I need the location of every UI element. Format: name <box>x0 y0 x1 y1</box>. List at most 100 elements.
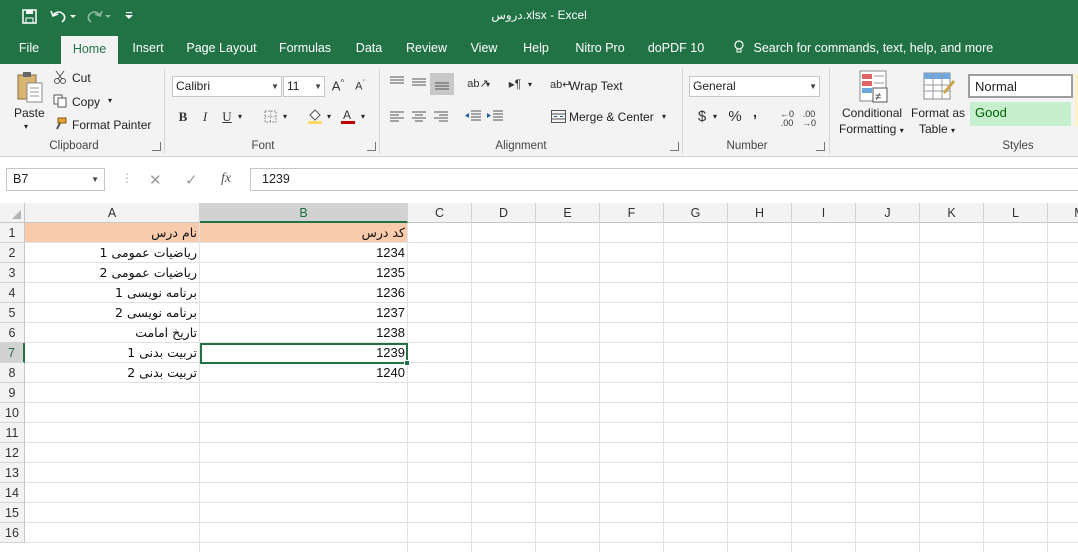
cut-button[interactable]: Cut <box>72 71 91 85</box>
merge-center-button[interactable]: Merge & Center <box>569 110 654 124</box>
worksheet-grid[interactable]: ABCDEFGHIJKLM 12345678910111213141516 نا… <box>0 203 1078 552</box>
column-header-d[interactable]: D <box>472 203 536 223</box>
percent-button[interactable]: % <box>727 108 743 125</box>
align-center-icon[interactable] <box>412 111 426 126</box>
cell-b8[interactable]: 1240 <box>200 363 408 383</box>
row-header-1[interactable]: 1 <box>0 223 25 243</box>
tab-formulas[interactable]: Formulas <box>275 33 335 64</box>
conditional-formatting-button-line2[interactable]: Formatting ▾ <box>839 122 904 136</box>
number-launcher-icon[interactable] <box>816 142 825 151</box>
align-bottom-icon[interactable] <box>430 73 454 95</box>
underline-dropdown-icon[interactable]: ▾ <box>238 112 242 121</box>
tab-view[interactable]: View <box>465 33 503 64</box>
row-header-5[interactable]: 5 <box>0 303 25 323</box>
bold-button[interactable]: B <box>176 109 190 125</box>
decrease-decimal-icon[interactable]: .00 →0 <box>800 110 818 128</box>
column-header-a[interactable]: A <box>25 203 200 223</box>
align-left-icon[interactable] <box>390 111 404 126</box>
row-header-6[interactable]: 6 <box>0 323 25 343</box>
row-header-2[interactable]: 2 <box>0 243 25 263</box>
tab-insert[interactable]: Insert <box>127 33 169 64</box>
paste-icon[interactable] <box>12 70 46 106</box>
column-header-j[interactable]: J <box>856 203 920 223</box>
paste-dropdown-icon[interactable]: ▾ <box>24 122 28 131</box>
cell-a6[interactable]: تاریخ امامت <box>25 323 200 343</box>
fill-handle[interactable] <box>404 360 410 366</box>
copy-button[interactable]: Copy <box>72 95 100 109</box>
currency-dropdown-icon[interactable]: ▾ <box>713 112 717 121</box>
column-header-f[interactable]: F <box>600 203 664 223</box>
font-launcher-icon[interactable] <box>367 142 376 151</box>
text-direction-dropdown-icon[interactable]: ▾ <box>528 80 532 89</box>
conditional-formatting-button-line1[interactable]: Conditional <box>842 106 902 120</box>
column-header-e[interactable]: E <box>536 203 600 223</box>
text-direction-icon[interactable]: ▸¶ <box>506 77 524 91</box>
copy-icon[interactable] <box>52 94 68 111</box>
decrease-indent-icon[interactable] <box>464 110 482 125</box>
column-header-c[interactable]: C <box>408 203 472 223</box>
cell-a7[interactable]: تربیت بدنی 1 <box>25 343 200 363</box>
cell-b6[interactable]: 1238 <box>200 323 408 343</box>
enter-icon[interactable]: ✓ <box>185 171 198 189</box>
select-all-button[interactable] <box>0 203 25 223</box>
cell-b3[interactable]: 1235 <box>200 263 408 283</box>
column-header-l[interactable]: L <box>984 203 1048 223</box>
wrap-text-button[interactable]: Wrap Text <box>569 79 623 93</box>
row-header-16[interactable]: 16 <box>0 523 25 543</box>
column-header-g[interactable]: G <box>664 203 728 223</box>
underline-button[interactable]: U <box>220 109 234 125</box>
alignment-launcher-icon[interactable] <box>670 142 679 151</box>
copy-dropdown-icon[interactable]: ▾ <box>108 96 112 105</box>
align-top-icon[interactable] <box>390 76 404 91</box>
cell-a1[interactable]: نام درس <box>25 223 200 243</box>
font-color-icon[interactable]: A <box>340 108 356 128</box>
tab-review[interactable]: Review <box>402 33 451 64</box>
align-middle-icon[interactable] <box>412 76 426 91</box>
tab-dopdf[interactable]: doPDF 10 <box>645 33 707 64</box>
format-painter-icon[interactable] <box>52 117 68 134</box>
wrap-text-icon[interactable]: ab↵ <box>550 78 571 91</box>
style-good[interactable]: Good <box>970 102 1071 126</box>
row-header-14[interactable]: 14 <box>0 483 25 503</box>
tab-file[interactable]: File <box>10 33 48 64</box>
tab-page-layout[interactable]: Page Layout <box>181 33 262 64</box>
merge-center-dropdown-icon[interactable]: ▾ <box>662 112 666 121</box>
format-as-table-icon[interactable] <box>922 70 956 106</box>
clipboard-launcher-icon[interactable] <box>152 142 161 151</box>
cell-b2[interactable]: 1234 <box>200 243 408 263</box>
row-header-7[interactable]: 7 <box>0 343 25 363</box>
currency-button[interactable]: $ <box>695 108 709 125</box>
font-color-dropdown-icon[interactable]: ▾ <box>361 112 365 121</box>
cell-a8[interactable]: تربیت بدنی 2 <box>25 363 200 383</box>
tell-me-search[interactable]: Search for commands, text, help, and mor… <box>728 33 993 64</box>
fill-color-icon[interactable] <box>306 108 324 128</box>
align-right-icon[interactable] <box>434 111 448 126</box>
cancel-icon[interactable]: ✕ <box>149 171 162 189</box>
paste-button[interactable]: Paste <box>14 106 45 120</box>
conditional-formatting-icon[interactable]: ≠ <box>858 70 890 106</box>
font-size-combo[interactable]: 11 ▼ <box>283 76 325 97</box>
italic-button[interactable]: I <box>198 109 212 125</box>
orientation-dropdown-icon[interactable]: ▾ <box>486 80 490 89</box>
tab-help[interactable]: Help <box>517 33 555 64</box>
row-header-8[interactable]: 8 <box>0 363 25 383</box>
cell-a3[interactable]: ریاضیات عمومی 2 <box>25 263 200 283</box>
fill-color-dropdown-icon[interactable]: ▾ <box>327 112 331 121</box>
name-box[interactable]: B7 ▼ <box>6 168 105 191</box>
format-painter-button[interactable]: Format Painter <box>72 118 151 132</box>
increase-font-icon[interactable]: A^ <box>330 78 346 93</box>
cell-a2[interactable]: ریاضیات عمومی 1 <box>25 243 200 263</box>
tab-home[interactable]: Home <box>61 36 118 64</box>
row-header-4[interactable]: 4 <box>0 283 25 303</box>
cut-icon[interactable] <box>52 70 68 87</box>
style-normal[interactable]: Normal <box>968 74 1073 98</box>
cell-a5[interactable]: برنامه نویسی 2 <box>25 303 200 323</box>
decrease-font-icon[interactable]: Aˇ <box>352 80 368 93</box>
format-as-table-button-line2[interactable]: Table ▾ <box>919 122 955 136</box>
merge-center-icon[interactable] <box>550 110 566 126</box>
font-name-combo[interactable]: Calibri ▼ <box>172 76 282 97</box>
tab-data[interactable]: Data <box>350 33 388 64</box>
number-format-combo[interactable]: General ▼ <box>689 76 820 97</box>
comma-style-button[interactable]: , <box>750 104 760 121</box>
column-header-m[interactable]: M <box>1048 203 1078 223</box>
